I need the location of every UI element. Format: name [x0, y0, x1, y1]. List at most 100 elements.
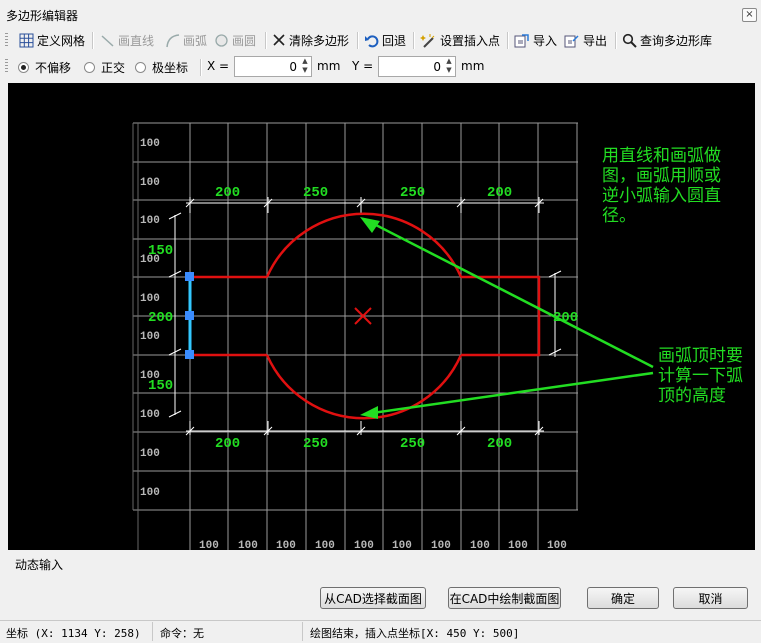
left-dim: 150 [148, 378, 173, 394]
no-offset-radio[interactable]: 不偏移 [18, 59, 71, 76]
grid-icon [19, 33, 34, 47]
toolbar-grip[interactable] [5, 33, 8, 48]
draw-in-cad-button[interactable]: 在CAD中绘制截面图 [448, 587, 561, 609]
window-title: 多边形编辑器 [6, 9, 79, 23]
dynamic-input-label[interactable]: 动态输入 [15, 556, 63, 573]
grip-handle[interactable] [185, 272, 194, 281]
ortho-label: 正交 [101, 61, 126, 75]
left-dim: 200 [148, 310, 173, 326]
arc-button[interactable]: 画弧 [165, 28, 207, 52]
define-grid-label: 定义网格 [37, 33, 86, 48]
circle-button[interactable]: 画圆 [214, 28, 256, 52]
arrowhead-icon [360, 217, 380, 233]
ortho-radio[interactable]: 正交 [84, 59, 125, 76]
drawing-svg[interactable]: 100 100 100 100 100 100 100 100 100 100 … [8, 83, 755, 550]
y-unit: mm [461, 59, 485, 73]
status-command: 命令：无 [160, 627, 204, 640]
spin-arrows-icon[interactable]: ▲ ▼ [443, 57, 455, 76]
col-label: 100 [315, 540, 335, 550]
x-unit: mm [317, 59, 341, 73]
col-label: 100 [547, 540, 567, 550]
row-label: 100 [140, 409, 160, 421]
col-label: 100 [431, 540, 451, 550]
note-line: 逆小弧输入圆直 [602, 186, 721, 206]
radio-icon [135, 62, 146, 73]
y-label: Y = [352, 59, 374, 73]
set-insert-point-button[interactable]: 设置插入点 [420, 28, 500, 52]
radio-selected-icon [18, 62, 29, 73]
line-icon [101, 34, 114, 47]
options-grip[interactable] [5, 59, 8, 74]
top-dim: 200 [215, 185, 240, 201]
annotation-arrows [371, 221, 654, 415]
x-label: X = [207, 59, 230, 73]
y-value: 0 [433, 60, 441, 74]
col-label: 100 [470, 540, 490, 550]
top-dim: 250 [400, 185, 425, 201]
export-button[interactable]: 导出 [564, 28, 607, 52]
magic-wand-icon [420, 33, 435, 48]
close-button[interactable]: × [742, 8, 757, 22]
define-grid-button[interactable]: 定义网格 [19, 28, 85, 52]
note-line: 图，画弧用顺或 [602, 166, 721, 186]
polar-label: 极坐标 [152, 61, 189, 75]
arc-icon [166, 33, 180, 47]
row-label: 100 [140, 331, 160, 343]
grip-handle[interactable] [185, 311, 194, 320]
x-value: 0 [289, 60, 297, 74]
col-label: 100 [354, 540, 374, 550]
row-label: 100 [140, 138, 160, 150]
query-library-button[interactable]: 查询多边形库 [622, 28, 712, 52]
y-input[interactable]: 0 ▲ ▼ [378, 56, 456, 77]
top-dim: 200 [487, 185, 512, 201]
spin-arrows-icon[interactable]: ▲ ▼ [299, 57, 311, 76]
col-label: 100 [238, 540, 258, 550]
note-line: 顶的高度 [658, 386, 726, 406]
row-label: 100 [140, 177, 160, 189]
clear-polygon-button[interactable]: 清除多边形 [272, 28, 349, 52]
drawing-canvas[interactable]: 100 100 100 100 100 100 100 100 100 100 … [8, 83, 755, 550]
grip-handle[interactable] [185, 350, 194, 359]
radio-icon [84, 62, 95, 73]
search-icon [622, 33, 637, 48]
circle-label: 画圆 [232, 33, 257, 48]
col-label: 100 [199, 540, 219, 550]
undo-button[interactable]: 回退 [364, 28, 406, 52]
import-button[interactable]: 导入 [514, 28, 557, 52]
col-label: 100 [508, 540, 528, 550]
import-icon [514, 33, 529, 47]
select-from-cad-button[interactable]: 从CAD选择截面图 [320, 587, 426, 609]
undo-icon [365, 34, 379, 47]
undo-label: 回退 [382, 33, 407, 48]
circle-icon [215, 33, 228, 47]
line-label: 画直线 [118, 33, 155, 48]
options-bar: 不偏移 正交 极坐标 X = 0 ▲ ▼ mm Y = 0 ▲ ▼ mm [0, 53, 761, 82]
export-label: 导出 [583, 33, 608, 48]
import-label: 导入 [533, 33, 558, 48]
col-label: 100 [392, 540, 412, 550]
status-bar: 坐标 (X: 1134 Y: 258) 命令：无 绘图结束，插入点坐标[X: 4… [0, 620, 761, 643]
bottom-dim: 250 [400, 436, 425, 452]
polar-radio[interactable]: 极坐标 [135, 59, 188, 76]
set-insert-point-label: 设置插入点 [440, 33, 501, 48]
x-icon [273, 34, 285, 46]
no-offset-label: 不偏移 [35, 61, 72, 75]
row-label: 100 [140, 487, 160, 499]
export-icon [564, 34, 579, 47]
ok-button[interactable]: 确定 [587, 587, 659, 609]
arc-label: 画弧 [183, 33, 208, 48]
toolbar: 定义网格 画直线 画弧 画圆 清除多边形 回退 设置插入点 导入 导出 查询多边… [0, 28, 761, 53]
line-button[interactable]: 画直线 [100, 28, 154, 52]
status-coords: 坐标 (X: 1134 Y: 258) [6, 627, 141, 640]
col-label: 100 [276, 540, 296, 550]
row-label: 100 [140, 293, 160, 305]
title-bar: 多边形编辑器 × [0, 0, 761, 28]
bottom-dim: 250 [303, 436, 328, 452]
x-input[interactable]: 0 ▲ ▼ [234, 56, 312, 77]
bottom-dim: 200 [215, 436, 240, 452]
cancel-button[interactable]: 取消 [673, 587, 748, 609]
note-line: 径。 [602, 206, 636, 226]
note-line: 用直线和画弧做 [602, 146, 721, 166]
top-dim: 250 [303, 185, 328, 201]
note-line: 计算一下弧 [658, 366, 743, 386]
